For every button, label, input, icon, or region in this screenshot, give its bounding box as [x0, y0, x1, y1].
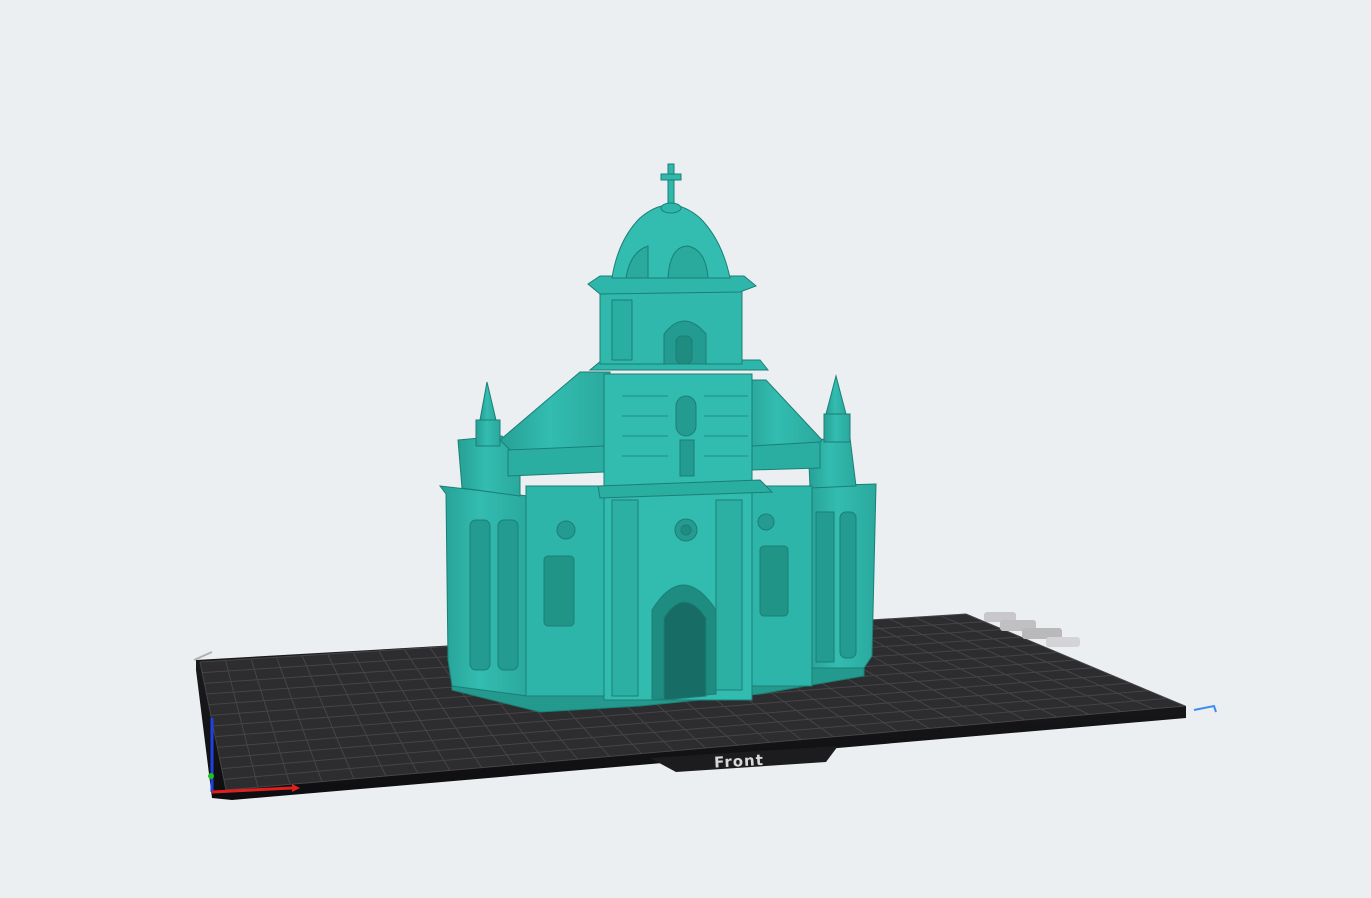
- front-label: Front: [714, 751, 765, 772]
- left-spire: [479, 381, 497, 421]
- corner-marker-left: [193, 651, 213, 661]
- right-spire: [825, 374, 847, 415]
- church-model[interactable]: [438, 163, 877, 713]
- hide-icon[interactable]: [1046, 637, 1080, 647]
- cross: [667, 163, 675, 205]
- y-axis: [208, 773, 214, 779]
- scene-canvas[interactable]: Front: [0, 0, 1371, 898]
- corner-marker-right: [1193, 704, 1217, 713]
- 3d-viewport[interactable]: Front: [0, 0, 1371, 898]
- left-roof: [499, 371, 611, 453]
